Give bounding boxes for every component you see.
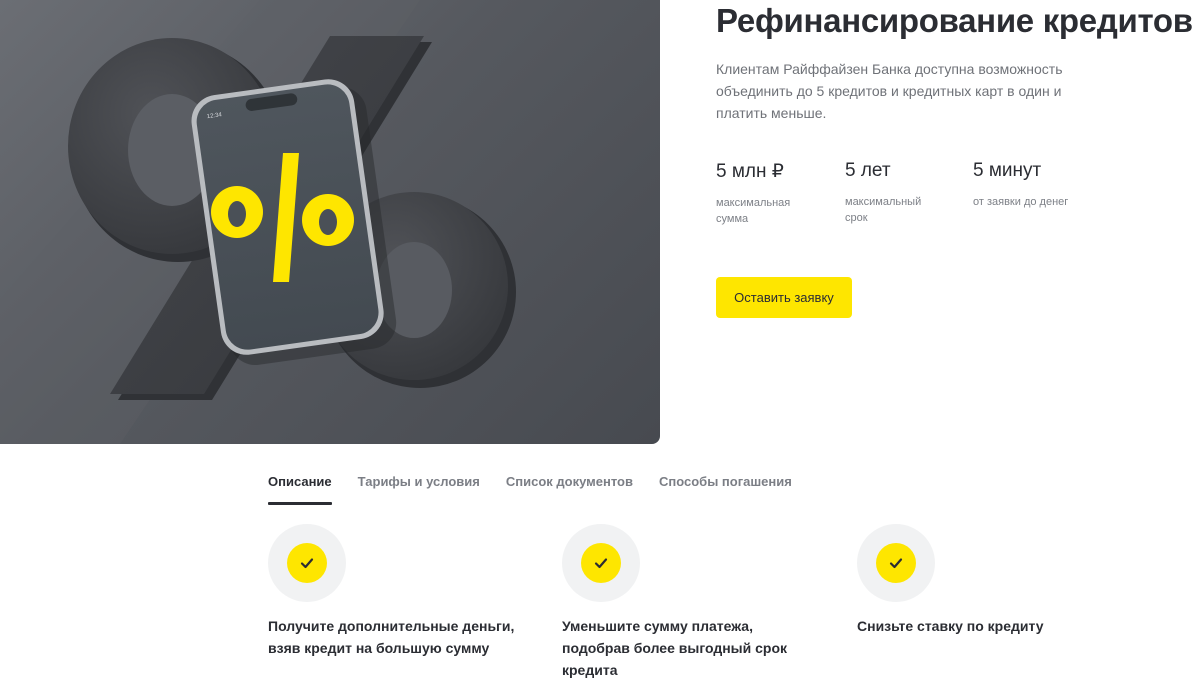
percent-illustration: 12:34 bbox=[0, 0, 516, 444]
stat-time-to-money: 5 минут от заявки до денег bbox=[973, 160, 1068, 210]
feature-text: Получите дополнительные деньги, взяв кре… bbox=[268, 618, 515, 656]
tab-description[interactable]: Описание bbox=[268, 474, 332, 505]
hero-image: 12:34 bbox=[0, 0, 660, 444]
check-icon bbox=[287, 543, 327, 583]
stat-value: 5 минут bbox=[973, 160, 1042, 181]
check-icon bbox=[876, 543, 916, 583]
stat-label-line: от заявки до денег bbox=[973, 196, 1069, 208]
hero-description: Клиентам Райффайзен Банка доступна возмо… bbox=[716, 61, 1063, 121]
tab-repayment-methods[interactable]: Способы погашения bbox=[659, 474, 792, 505]
stat-label-line: сумма bbox=[716, 213, 749, 225]
tab-rates-and-conditions[interactable]: Тарифы и условия bbox=[358, 474, 480, 505]
stat-label-line: максимальный bbox=[845, 196, 922, 208]
check-icon bbox=[581, 543, 621, 583]
stat-max-term: 5 лет максимальный срок bbox=[845, 160, 921, 226]
feature-item: Уменьшите сумму платежа, подобрав более … bbox=[562, 524, 812, 681]
page-title: Рефинансирование кредитов bbox=[716, 2, 1193, 39]
stat-label: максимальная сумма bbox=[716, 195, 790, 227]
feature-icon-ring bbox=[857, 524, 935, 602]
tab-documents-list[interactable]: Список документов bbox=[506, 474, 633, 505]
stat-value: 5 лет bbox=[845, 160, 891, 181]
feature-item: Получите дополнительные деньги, взяв кре… bbox=[268, 524, 518, 659]
stat-label: максимальный срок bbox=[845, 194, 921, 226]
feature-icon-ring bbox=[562, 524, 640, 602]
tab-bar: Описание Тарифы и условия Список докумен… bbox=[268, 474, 818, 505]
stat-max-amount: 5 млн ₽ максимальная сумма bbox=[716, 160, 790, 227]
stat-label-line: максимальная bbox=[716, 197, 791, 209]
stat-value: 5 млн ₽ bbox=[716, 161, 784, 182]
stat-label: от заявки до денег bbox=[973, 194, 1068, 210]
stat-label-line: срок bbox=[845, 212, 868, 224]
page: 12:34 Рефинансирование кредитов Клиентам… bbox=[0, 0, 1200, 698]
feature-item: Снизьте ставку по кредиту bbox=[857, 524, 1107, 637]
apply-button[interactable]: Оставить заявку bbox=[716, 277, 852, 318]
feature-icon-ring bbox=[268, 524, 346, 602]
feature-text: Уменьшите сумму платежа, подобрав более … bbox=[562, 618, 788, 678]
feature-text: Снизьте ставку по кредиту bbox=[857, 618, 1044, 634]
